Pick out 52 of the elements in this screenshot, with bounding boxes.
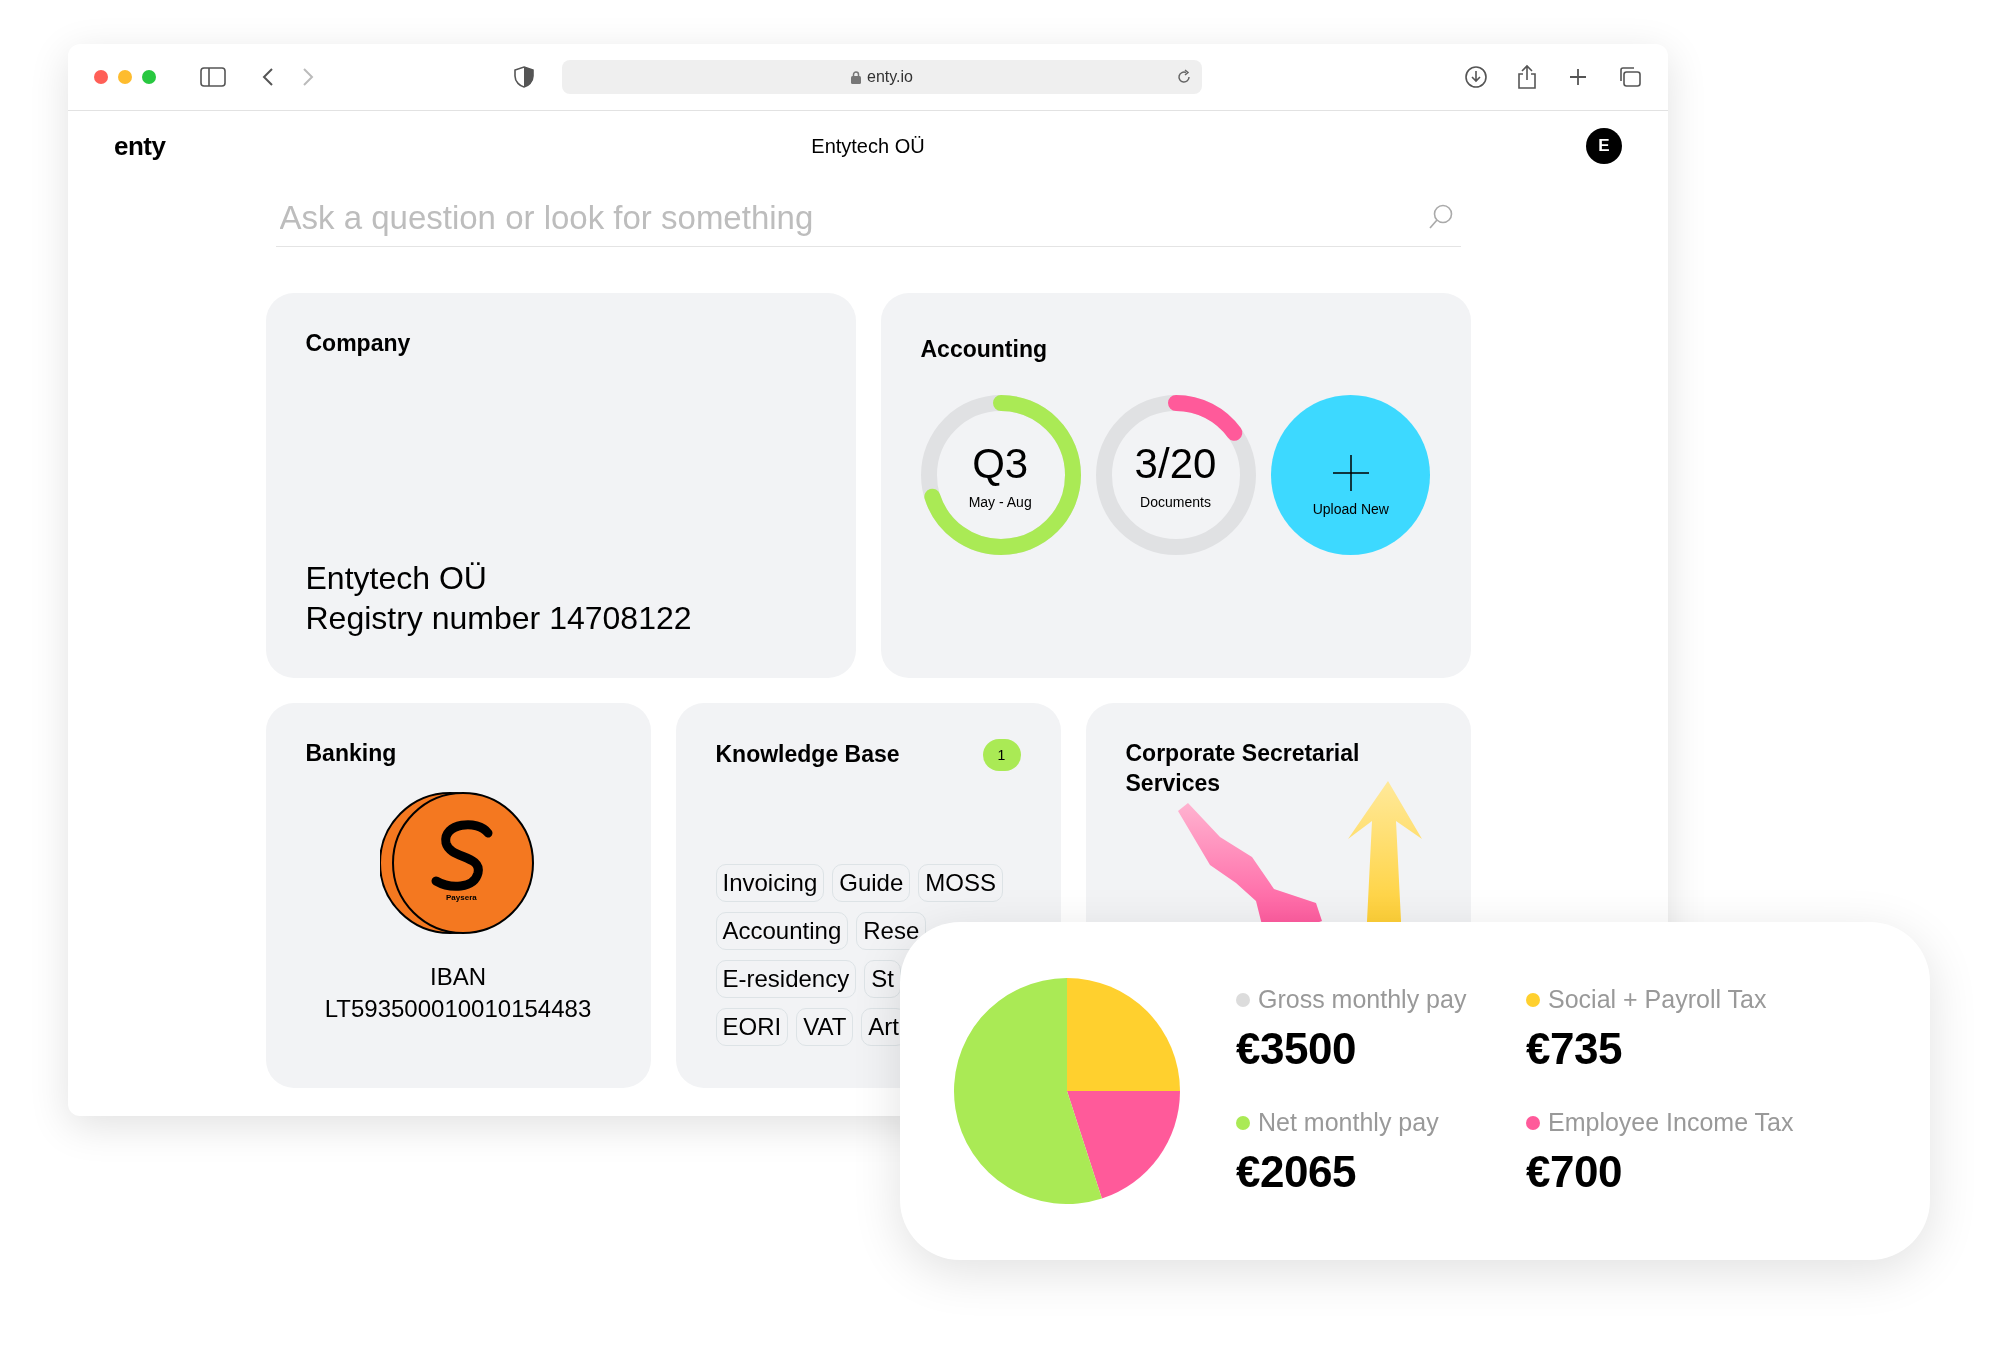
- ring-value: Q3: [972, 439, 1029, 488]
- avatar[interactable]: E: [1586, 128, 1622, 164]
- stat-value: €700: [1526, 1147, 1622, 1197]
- banking-card[interactable]: Banking Paysera IBAN LT593500010010154483: [265, 703, 651, 1088]
- tabs-icon[interactable]: [1618, 66, 1642, 88]
- tag[interactable]: MOSS: [918, 864, 1003, 902]
- company-title: Entytech OÜ: [811, 134, 925, 157]
- ring-value: 3/20: [1134, 439, 1217, 488]
- close-icon[interactable]: [94, 70, 108, 84]
- ring-caption: Documents: [1140, 493, 1211, 510]
- stat-label: Social + Payroll Tax: [1548, 985, 1767, 1014]
- card-title: Knowledge Base: [715, 740, 900, 770]
- new-tab-icon[interactable]: [1568, 67, 1588, 87]
- card-title: Banking: [305, 739, 398, 768]
- bank-logo-icon: [380, 790, 536, 935]
- iban-text: IBAN LT593500010010154483: [323, 961, 593, 1024]
- tag[interactable]: Accounting: [715, 912, 849, 950]
- stat-value: €3500: [1236, 1024, 1356, 1074]
- download-icon[interactable]: [1464, 65, 1488, 89]
- card-title: Accounting: [920, 335, 1048, 364]
- address-bar[interactable]: enty.io: [562, 60, 1202, 94]
- tag[interactable]: EORI: [715, 1008, 789, 1046]
- count-badge: 1: [982, 739, 1021, 771]
- tag[interactable]: Rese: [856, 912, 927, 950]
- share-icon[interactable]: [1516, 64, 1538, 90]
- url-text: enty.io: [867, 68, 913, 86]
- shield-icon[interactable]: [514, 66, 534, 88]
- company-card[interactable]: Company Entytech OÜ Registry number 14708122: [265, 293, 856, 678]
- bank-logo-text: Paysera: [446, 892, 477, 902]
- back-icon[interactable]: [262, 67, 274, 87]
- ring-caption: May - Aug: [968, 493, 1032, 510]
- logo[interactable]: enty: [114, 130, 166, 162]
- tag[interactable]: St: [864, 960, 901, 998]
- stat-label: Employee Income Tax: [1548, 1108, 1794, 1137]
- tag[interactable]: Guide: [832, 864, 911, 902]
- tag[interactable]: E-residency: [715, 960, 857, 998]
- stat-value: €2065: [1236, 1147, 1356, 1197]
- tag[interactable]: VAT: [796, 1008, 854, 1046]
- search-field[interactable]: Ask a question or look for something: [275, 189, 1461, 247]
- reload-icon[interactable]: [1176, 69, 1192, 85]
- stat-label: Gross monthly pay: [1258, 985, 1467, 1014]
- upload-button[interactable]: Upload New: [1271, 394, 1431, 555]
- lock-icon: [851, 70, 861, 84]
- card-title: Corporate Secretarial Services: [1125, 739, 1361, 798]
- sidebar-icon[interactable]: [200, 67, 226, 87]
- card-title: Company: [305, 329, 412, 358]
- tag[interactable]: Invoicing: [715, 864, 825, 902]
- stat-value: €735: [1526, 1024, 1622, 1074]
- company-details: Entytech OÜ Registry number 14708122: [305, 559, 693, 638]
- accounting-card[interactable]: Accounting Q3 May - Aug 3/20 Documents Upload New: [880, 293, 1471, 678]
- stat-label: Net monthly pay: [1258, 1108, 1439, 1137]
- plus-icon: [1332, 454, 1369, 491]
